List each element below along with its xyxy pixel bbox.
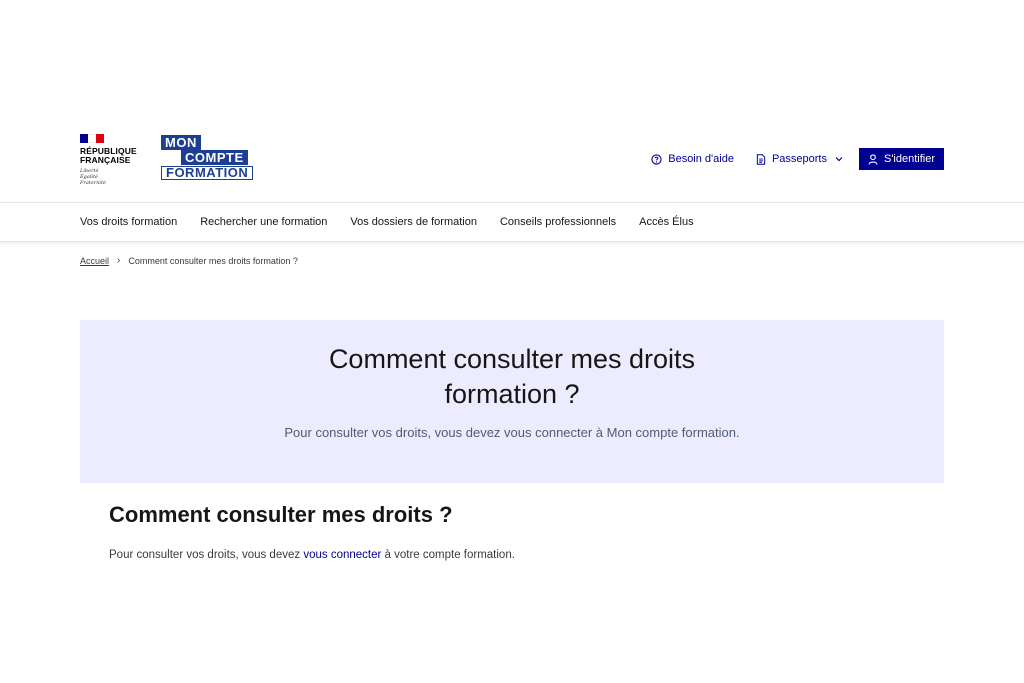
login-button[interactable]: S'identifier (858, 148, 944, 170)
help-link[interactable]: Besoin d'aide (651, 153, 734, 165)
nav-item-rechercher[interactable]: Rechercher une formation (200, 216, 327, 228)
devise: Liberté Égalité Fraternité (80, 168, 106, 186)
chevron-down-icon (835, 157, 843, 162)
section-body: Pour consulter vos droits, vous devez vo… (109, 549, 515, 561)
header-tools: Besoin d'aide Passeports S'identifier (629, 148, 944, 170)
republique-name: RÉPUBLIQUE FRANÇAISE (80, 146, 137, 165)
page-title: Comment consulter mes droits formation ? (328, 344, 696, 409)
section-body-text-before: Pour consulter vos droits, vous devez (109, 549, 304, 561)
breadcrumb-current: Comment consulter mes droits formation ? (128, 255, 298, 266)
republique-francaise-logo[interactable]: RÉPUBLIQUE FRANÇAISE Liberté Égalité Fra… (80, 134, 140, 186)
logo-line-formation: FORMATION (161, 166, 254, 180)
site-header: RÉPUBLIQUE FRANÇAISE Liberté Égalité Fra… (0, 120, 1024, 202)
passports-label: Passeports (771, 153, 827, 165)
logo-line-compte: COMPTE (181, 150, 248, 165)
user-icon (868, 153, 878, 165)
nav-item-dossiers[interactable]: Vos dossiers de formation (350, 216, 477, 228)
hero-subtitle: Pour consulter vos droits, vous devez vo… (284, 425, 740, 440)
hero-banner: Comment consulter mes droits formation ?… (80, 320, 944, 483)
mon-compte-formation-logo[interactable]: MON COMPTE FORMATION (161, 135, 257, 183)
nav-item-conseils[interactable]: Conseils professionnels (500, 216, 616, 228)
section-body-text-after: à votre compte formation. (381, 549, 515, 561)
help-label: Besoin d'aide (668, 153, 734, 165)
login-label: S'identifier (883, 153, 935, 165)
main-navigation: Vos droits formation Rechercher une form… (0, 202, 1024, 242)
document-icon (756, 153, 766, 165)
chevron-right-icon: › (117, 255, 121, 266)
nav-item-vos-droits[interactable]: Vos droits formation (80, 216, 177, 228)
logo-line-mon: MON (161, 135, 201, 150)
section-title: Comment consulter mes droits ? (109, 502, 453, 527)
nav-item-acces-elus[interactable]: Accès Élus (639, 216, 693, 228)
breadcrumb-home-link[interactable]: Accueil (80, 256, 109, 266)
question-circle-icon (651, 153, 662, 165)
breadcrumb: Accueil › Comment consulter mes droits f… (80, 255, 298, 266)
french-flag-icon (80, 134, 104, 143)
passports-menu[interactable]: Passeports (756, 153, 843, 165)
connect-link[interactable]: vous connecter (303, 549, 381, 561)
